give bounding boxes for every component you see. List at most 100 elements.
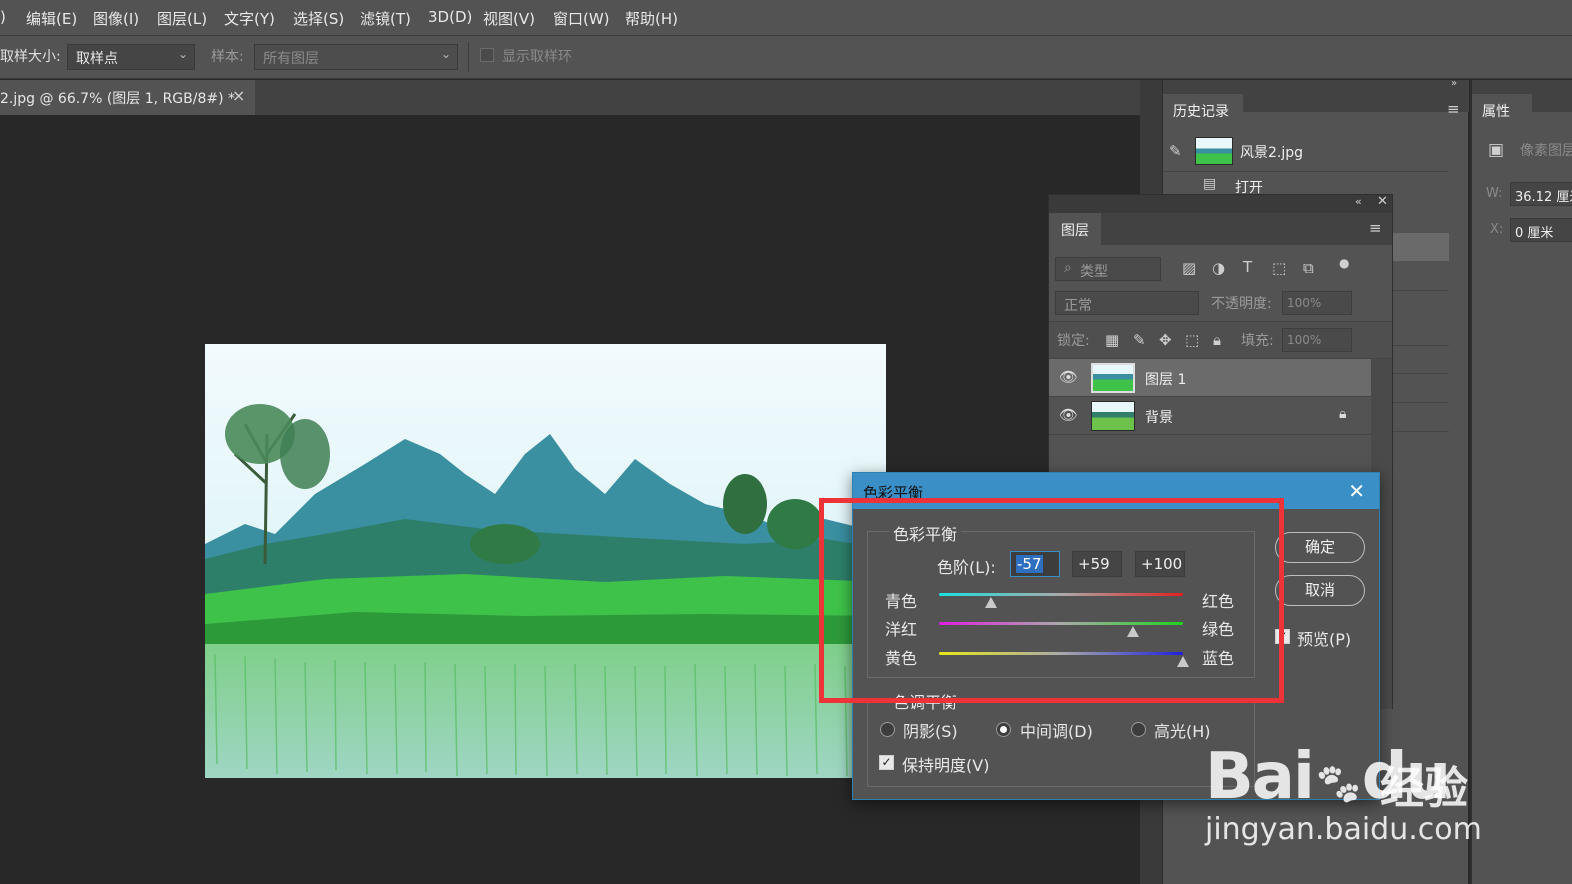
collapse-icon[interactable]: «	[1355, 195, 1362, 208]
menu-item-view[interactable]: 视图(V)	[483, 8, 535, 29]
x-field[interactable]: 0 厘米	[1510, 218, 1572, 242]
pixel-layer-icon: ▣	[1488, 140, 1505, 160]
highlights-radio[interactable]	[1131, 722, 1146, 737]
menu-item-filter[interactable]: 滤镜(T)	[360, 8, 411, 29]
sample-value: 所有图层	[263, 51, 319, 67]
search-icon: ⌕	[1064, 260, 1072, 276]
lock-position-icon[interactable]: ✥	[1159, 331, 1172, 349]
tab-history[interactable]: 历史记录	[1163, 94, 1243, 126]
snapshot-name: 风景2.jpg	[1240, 145, 1304, 161]
snapshot-thumbnail	[1195, 137, 1233, 165]
watermark-brand-text: Bai	[1205, 740, 1315, 814]
type-filter-icon[interactable]: T	[1243, 258, 1252, 276]
close-icon[interactable]: ✕	[1377, 194, 1388, 209]
document-icon: ▤	[1203, 176, 1217, 192]
fill-field[interactable]: 100%	[1282, 328, 1352, 352]
options-bar: 取样大小: 取样点 ⌄ 样本: 所有图层 ⌄ 显示取样环	[0, 36, 1572, 79]
layer-row-background[interactable]: 👁︎ 背景 🔒︎	[1049, 397, 1371, 435]
midtones-label: 中间调(D)	[1020, 722, 1093, 741]
x-label: X:	[1490, 222, 1504, 237]
lock-artboard-icon[interactable]: ⬚	[1185, 331, 1199, 349]
filter-toggle-icon[interactable]: ●	[1339, 256, 1349, 270]
menu-item-image[interactable]: 图像(I)	[93, 8, 139, 29]
menu-item-partial[interactable]: )	[0, 8, 6, 26]
lock-row: 锁定: ▦ ✎ ✥ ⬚ 🔒︎ 填充: 100%	[1049, 321, 1392, 359]
close-icon[interactable]: ×	[232, 86, 245, 105]
watermark-product: 经验	[1380, 763, 1468, 814]
lock-icon: 🔒︎	[1339, 406, 1347, 422]
layer-name: 图层 1	[1145, 372, 1187, 388]
pixel-filter-icon[interactable]: ▨	[1182, 259, 1196, 277]
visibility-eye-icon[interactable]: 👁︎	[1059, 406, 1078, 424]
document-tab-title: 2.jpg @ 66.7% (图层 1, RGB/8#) *	[0, 91, 236, 107]
close-icon[interactable]: ✕	[1348, 479, 1365, 503]
panel-menu-icon[interactable]: ≡	[1369, 219, 1382, 237]
tab-properties[interactable]: 属性	[1472, 94, 1532, 126]
menu-item-edit[interactable]: 编辑(E)	[26, 8, 77, 29]
opacity-label: 不透明度:	[1211, 296, 1272, 312]
document-tab[interactable]: 2.jpg @ 66.7% (图层 1, RGB/8#) * ×	[0, 80, 255, 115]
menu-item-select[interactable]: 选择(S)	[293, 8, 344, 29]
menu-item-window[interactable]: 窗口(W)	[553, 8, 610, 29]
layer-thumbnail	[1091, 401, 1135, 431]
paw-logo-icon: 🐾︎	[1312, 762, 1364, 808]
lock-transparency-icon[interactable]: ▦	[1105, 331, 1119, 349]
history-snapshot[interactable]: ✎ 风景2.jpg	[1163, 132, 1449, 172]
preserve-luminosity-label: 保持明度(V)	[902, 756, 990, 775]
layers-filter-row: ⌕ 类型 ▨ ◑ T ⬚ ⧉ ●	[1049, 255, 1392, 283]
panel-menu-icon[interactable]: ≡	[1447, 100, 1460, 118]
lock-label: 锁定:	[1057, 333, 1090, 349]
blend-row: 正常 不透明度: 100%	[1049, 289, 1392, 317]
chevron-down-icon: ⌄	[177, 47, 188, 61]
show-ring-label: 显示取样环	[502, 49, 572, 65]
midtones-radio[interactable]	[996, 722, 1011, 737]
chevron-down-icon: ⌄	[440, 47, 451, 61]
shadows-radio[interactable]	[880, 722, 895, 737]
sample-size-value: 取样点	[76, 51, 118, 67]
history-brush-icon: ✎	[1169, 142, 1182, 160]
tab-layers[interactable]: 图层	[1049, 213, 1101, 245]
visibility-eye-icon[interactable]: 👁︎	[1059, 368, 1078, 386]
sample-select[interactable]: 所有图层 ⌄	[254, 44, 458, 70]
shape-filter-icon[interactable]: ⬚	[1272, 259, 1286, 277]
menu-item-type[interactable]: 文字(Y)	[224, 8, 275, 29]
landscape-photo	[205, 344, 886, 778]
sample-size-label: 取样大小:	[0, 49, 61, 65]
width-field[interactable]: 36.12 厘米	[1510, 182, 1572, 206]
preserve-luminosity-checkbox[interactable]: ✓	[879, 755, 894, 770]
sample-label: 样本:	[211, 49, 244, 65]
baidu-jingyan-watermark: Bai🐾︎du 经验 jingyan.baidu.com	[1195, 710, 1572, 850]
collapse-icon[interactable]: »	[1451, 78, 1457, 89]
show-ring-checkbox[interactable]	[480, 48, 494, 62]
adjustment-filter-icon[interactable]: ◑	[1212, 259, 1225, 277]
blend-mode-value: 正常	[1064, 298, 1092, 314]
shadows-label: 阴影(S)	[903, 722, 958, 741]
layer-thumbnail	[1091, 363, 1135, 393]
cancel-button[interactable]: 取消	[1275, 575, 1365, 606]
fill-label: 填充:	[1241, 333, 1274, 349]
layers-panel-header: 图层 ≡	[1049, 213, 1392, 245]
layers-panel-titlestrip: « ✕	[1049, 194, 1392, 213]
divider	[468, 42, 469, 72]
annotation-highlight-box	[819, 498, 1284, 703]
lock-pixels-icon[interactable]: ✎	[1133, 331, 1146, 349]
width-label: W:	[1486, 186, 1503, 201]
watermark-url: jingyan.baidu.com	[1205, 812, 1482, 847]
menu-item-help[interactable]: 帮助(H)	[625, 8, 678, 29]
layer-row-layer1[interactable]: 👁︎ 图层 1	[1049, 359, 1371, 397]
menu-item-layer[interactable]: 图层(L)	[157, 8, 207, 29]
sample-size-select[interactable]: 取样点 ⌄	[67, 44, 195, 70]
lock-all-icon[interactable]: 🔒︎	[1213, 331, 1221, 349]
blend-mode-select[interactable]: 正常	[1055, 291, 1199, 315]
preview-label: 预览(P)	[1297, 630, 1352, 649]
menu-bar: ) 编辑(E) 图像(I) 图层(L) 文字(Y) 选择(S) 滤镜(T) 3D…	[0, 0, 1572, 36]
filter-kind-select[interactable]: ⌕ 类型	[1055, 257, 1161, 281]
canvas-image[interactable]	[205, 344, 886, 778]
smart-object-filter-icon[interactable]: ⧉	[1303, 259, 1314, 277]
opacity-field[interactable]: 100%	[1282, 291, 1352, 315]
layer-name: 背景	[1145, 410, 1173, 426]
properties-kind: 像素图层	[1520, 143, 1572, 159]
filter-kind-value: 类型	[1080, 264, 1108, 280]
ok-button[interactable]: 确定	[1275, 532, 1365, 563]
menu-item-3d[interactable]: 3D(D)	[428, 8, 472, 26]
